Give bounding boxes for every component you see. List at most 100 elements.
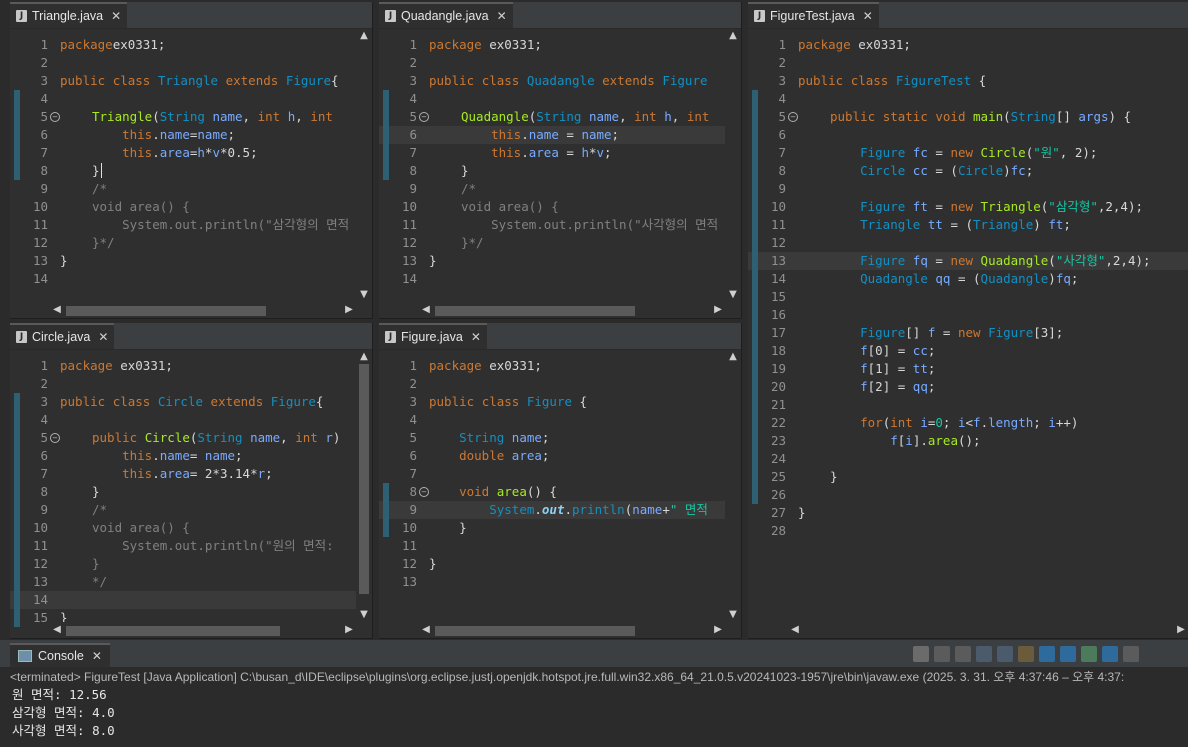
- scroll-down-icon[interactable]: ▼: [725, 608, 741, 622]
- code-line[interactable]: 6 this.name = name;: [379, 126, 741, 144]
- code-line[interactable]: 11 System.out.println("삼각형의 면적: [10, 216, 372, 234]
- scroll-lock-icon[interactable]: [997, 646, 1013, 662]
- code-line[interactable]: 11 System.out.println("사각형의 면적: [379, 216, 741, 234]
- scroll-right-icon[interactable]: ▶: [1174, 622, 1188, 638]
- code-line[interactable]: 9 /*: [379, 180, 741, 198]
- fold-toggle-icon[interactable]: −: [419, 112, 429, 122]
- code-line[interactable]: 12}: [379, 555, 741, 573]
- code-line[interactable]: 18 f[0] = cc;: [748, 342, 1188, 360]
- scroll-thumb[interactable]: [66, 626, 280, 636]
- display-console-icon[interactable]: [1102, 646, 1118, 662]
- code-line[interactable]: 9 System.out.println(name+" 면적: [379, 501, 741, 519]
- tab-figure-java[interactable]: J Figure.java ✕: [379, 323, 487, 349]
- code-line[interactable]: 5− public Circle(String name, int r): [10, 429, 372, 447]
- code-line[interactable]: 21: [748, 396, 1188, 414]
- code-line[interactable]: 7: [379, 465, 741, 483]
- vertical-scrollbar[interactable]: ▲ ▼: [725, 29, 741, 302]
- code-editor[interactable]: 1 package ex0331; 2 3 public class FigureTes…: [748, 29, 1188, 638]
- code-line[interactable]: 8}: [379, 162, 741, 180]
- code-line[interactable]: 23 f[i].area();: [748, 432, 1188, 450]
- tab-circle-java[interactable]: J Circle.java ✕: [10, 323, 115, 349]
- scroll-up-icon[interactable]: ▲: [725, 29, 741, 43]
- code-line[interactable]: 3 public class Circle extends Figure{: [10, 393, 372, 411]
- close-icon[interactable]: ✕: [497, 9, 507, 23]
- code-line[interactable]: 11: [379, 537, 741, 555]
- code-line[interactable]: 11 Triangle tt = (Triangle) ft;: [748, 216, 1188, 234]
- code-line[interactable]: 27}: [748, 504, 1188, 522]
- code-line[interactable]: 9 /*: [10, 180, 372, 198]
- code-line[interactable]: 5− Quadangle(String name, int h, int: [379, 108, 741, 126]
- fold-toggle-icon[interactable]: −: [50, 433, 60, 443]
- tab-console[interactable]: Console ✕: [10, 643, 110, 667]
- code-line[interactable]: 13}: [379, 252, 741, 270]
- code-line[interactable]: 3 public class Figure {: [379, 393, 741, 411]
- code-line[interactable]: 8 Circle cc = (Circle)fc;: [748, 162, 1188, 180]
- code-line[interactable]: 15: [748, 288, 1188, 306]
- horizontal-scrollbar[interactable]: ◀ ▶: [419, 622, 725, 638]
- terminate-icon[interactable]: [913, 646, 929, 662]
- scroll-up-icon[interactable]: ▲: [356, 29, 372, 43]
- code-line[interactable]: 17 Figure[] f = new Figure[3];: [748, 324, 1188, 342]
- code-line[interactable]: 3 public class Triangle extends Figure{: [10, 72, 372, 90]
- code-line[interactable]: 6 this.name= name;: [10, 447, 372, 465]
- scroll-thumb[interactable]: [435, 626, 635, 636]
- code-line[interactable]: 12}*/: [10, 234, 372, 252]
- code-line[interactable]: 1 packageex0331;: [10, 36, 372, 54]
- code-line[interactable]: 28: [748, 522, 1188, 540]
- code-line[interactable]: 2: [10, 375, 372, 393]
- scroll-thumb[interactable]: [435, 306, 635, 316]
- clear-console-icon[interactable]: [976, 646, 992, 662]
- code-line[interactable]: 2: [10, 54, 372, 72]
- code-line[interactable]: 5− public static void main(String[] args)…: [748, 108, 1188, 126]
- horizontal-scrollbar[interactable]: ◀ ▶: [50, 302, 356, 318]
- code-line[interactable]: 19 f[1] = tt;: [748, 360, 1188, 378]
- vertical-scrollbar[interactable]: ▲ ▼: [356, 350, 372, 622]
- horizontal-scrollbar[interactable]: ◀ ▶: [788, 622, 1188, 638]
- code-line[interactable]: 10 void area() {: [10, 519, 372, 537]
- remove-all-icon[interactable]: [955, 646, 971, 662]
- code-line[interactable]: 6 double area;: [379, 447, 741, 465]
- code-line[interactable]: 24: [748, 450, 1188, 468]
- scroll-right-icon[interactable]: ▶: [711, 302, 725, 318]
- code-line[interactable]: 16: [748, 306, 1188, 324]
- code-line[interactable]: 13 */: [10, 573, 372, 591]
- scroll-left-icon[interactable]: ◀: [419, 302, 433, 318]
- code-line[interactable]: 12: [748, 234, 1188, 252]
- scroll-thumb[interactable]: [359, 364, 369, 594]
- code-line[interactable]: 9 /*: [10, 501, 372, 519]
- close-icon[interactable]: ✕: [863, 9, 873, 23]
- code-line[interactable]: 8}: [10, 483, 372, 501]
- code-line[interactable]: 25}: [748, 468, 1188, 486]
- remove-launch-icon[interactable]: [934, 646, 950, 662]
- code-line[interactable]: 13}: [10, 252, 372, 270]
- code-line[interactable]: 22 for(int i=0; i<f.length; i++): [748, 414, 1188, 432]
- vertical-scrollbar[interactable]: ▲ ▼: [356, 29, 372, 302]
- scroll-right-icon[interactable]: ▶: [342, 622, 356, 638]
- code-line[interactable]: 1 package ex0331;: [10, 357, 372, 375]
- code-line[interactable]: 4: [379, 90, 741, 108]
- scroll-left-icon[interactable]: ◀: [50, 302, 64, 318]
- code-line[interactable]: 5 String name;: [379, 429, 741, 447]
- code-line[interactable]: 7 this.area = h*v;: [379, 144, 741, 162]
- fold-toggle-icon[interactable]: −: [50, 112, 60, 122]
- code-line[interactable]: 7 this.area=h*v*0.5;: [10, 144, 372, 162]
- horizontal-scrollbar[interactable]: ◀ ▶: [419, 302, 725, 318]
- scroll-up-icon[interactable]: ▲: [725, 350, 741, 364]
- code-line[interactable]: 8}: [10, 162, 372, 180]
- show-stderr-icon[interactable]: [1060, 646, 1076, 662]
- code-line[interactable]: 5− Triangle(String name, int h, int: [10, 108, 372, 126]
- word-wrap-icon[interactable]: [1018, 646, 1034, 662]
- code-line[interactable]: 10 void area() {: [10, 198, 372, 216]
- code-line[interactable]: 14 Quadangle qq = (Quadangle)fq;: [748, 270, 1188, 288]
- code-editor[interactable]: 1 package ex0331; 2 3 public class Circle ex…: [10, 350, 372, 638]
- tab-figuretest-java[interactable]: J FigureTest.java ✕: [748, 2, 879, 28]
- code-line[interactable]: 1 package ex0331;: [379, 36, 741, 54]
- tab-quadangle-java[interactable]: J Quadangle.java ✕: [379, 2, 513, 28]
- scroll-right-icon[interactable]: ▶: [711, 622, 725, 638]
- code-line[interactable]: 12}: [10, 555, 372, 573]
- code-line[interactable]: 11 System.out.println("원의 면적:: [10, 537, 372, 555]
- code-line[interactable]: 13 Figure fq = new Quadangle("사각형",2,4);: [748, 252, 1188, 270]
- code-line[interactable]: 8− void area() {: [379, 483, 741, 501]
- fold-toggle-icon[interactable]: −: [419, 487, 429, 497]
- code-line[interactable]: 4: [379, 411, 741, 429]
